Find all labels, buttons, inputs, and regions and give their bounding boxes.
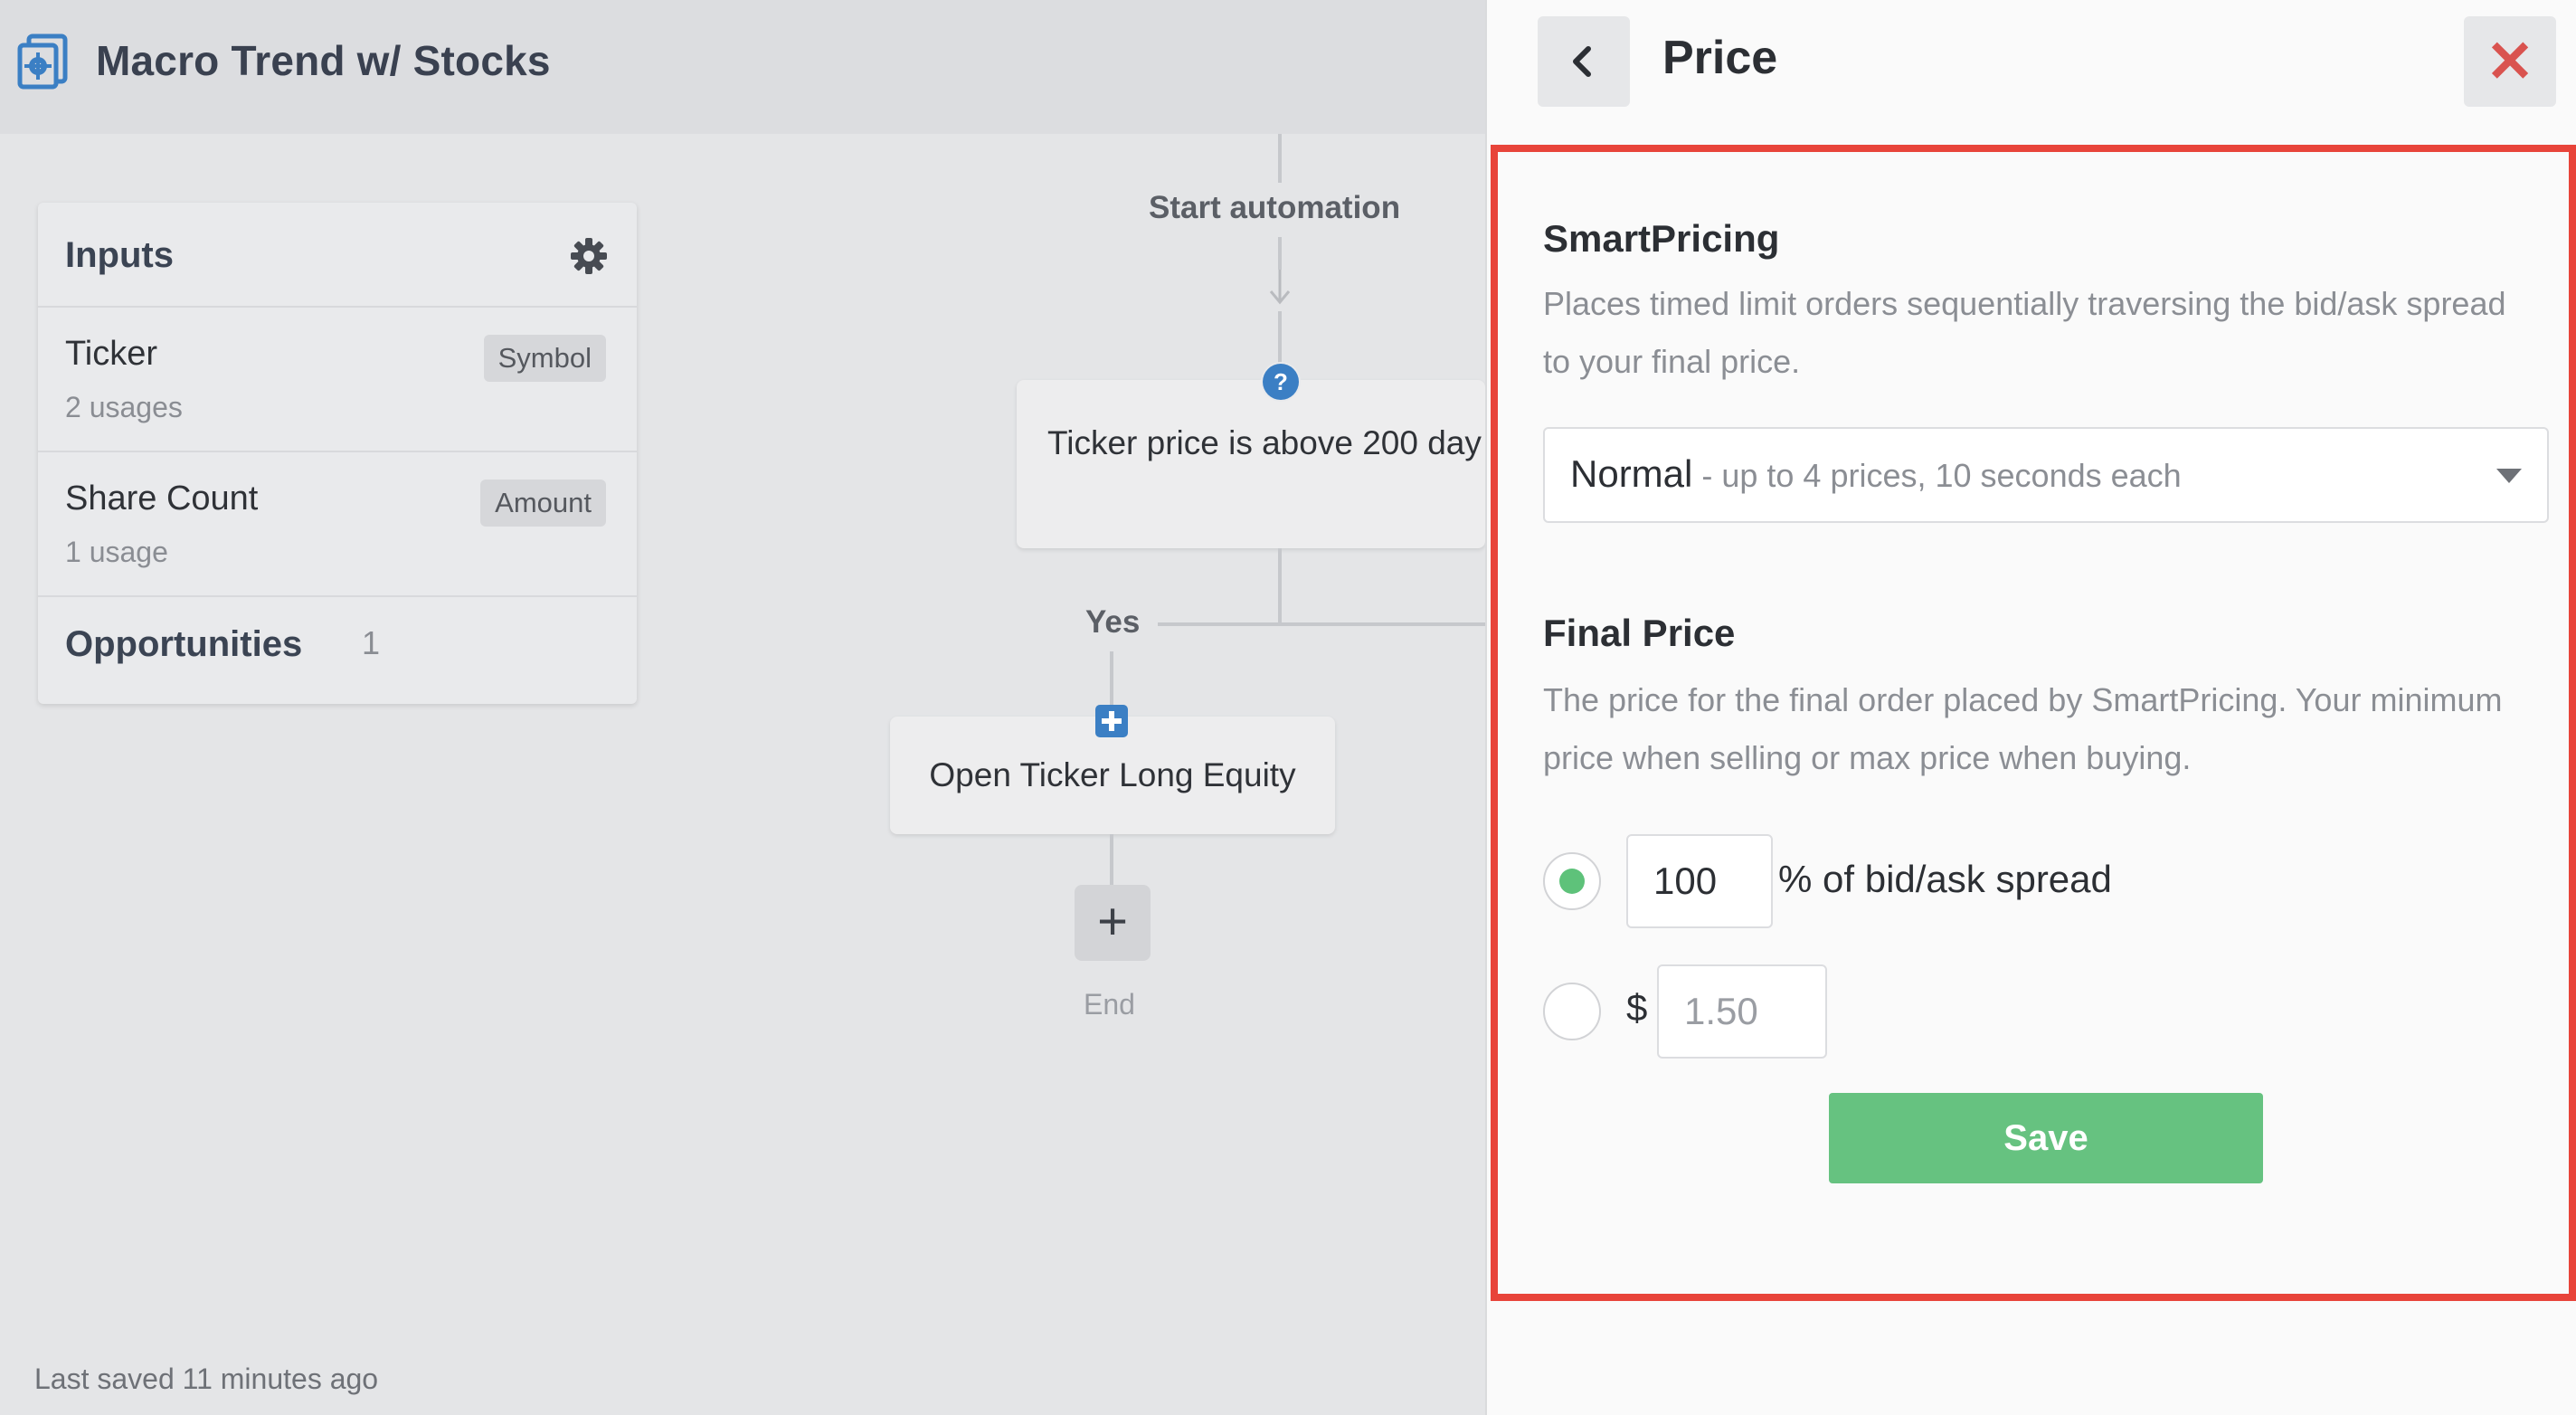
arrow-down-icon bbox=[1269, 270, 1291, 305]
condition-node[interactable]: Ticker price is above 200 day SMA bbox=[1017, 380, 1485, 548]
gear-icon[interactable] bbox=[570, 237, 608, 275]
action-text: Open Ticker Long Equity bbox=[929, 756, 1296, 793]
question-icon[interactable]: ? bbox=[1261, 362, 1301, 402]
connector-line bbox=[1278, 134, 1282, 183]
connector-line bbox=[1110, 834, 1113, 885]
connector-line bbox=[1158, 622, 1485, 626]
percent-input[interactable]: 100 bbox=[1626, 834, 1773, 928]
opportunities-count: 1 bbox=[362, 624, 381, 661]
yes-branch-label: Yes bbox=[1085, 604, 1141, 640]
inputs-panel: Inputs Ticker Symbol 2 usages Share Coun… bbox=[38, 203, 637, 704]
select-value-hint: - up to 4 prices, 10 seconds each bbox=[1692, 457, 2182, 494]
connector-line bbox=[1278, 548, 1282, 624]
condition-node-clip: Ticker price is above 200 day SMA bbox=[1017, 380, 1485, 548]
save-button[interactable]: Save bbox=[1829, 1093, 2263, 1183]
header-bar: Macro Trend w/ Stocks bbox=[0, 0, 1485, 134]
price-settings-panel: Price ✕ SmartPricing Places timed limit … bbox=[1485, 0, 2576, 1415]
panel-title: Price bbox=[1662, 32, 1778, 84]
smartpricing-description: Places timed limit orders sequentially t… bbox=[1543, 285, 2506, 380]
end-label: End bbox=[1084, 988, 1135, 1021]
chevron-left-icon bbox=[1573, 46, 1591, 77]
input-item-ticker[interactable]: Ticker Symbol 2 usages bbox=[38, 308, 637, 452]
smartpricing-select[interactable]: Normal - up to 4 prices, 10 seconds each bbox=[1543, 427, 2549, 523]
final-price-description: The price for the final order placed by … bbox=[1543, 681, 2503, 776]
back-button[interactable] bbox=[1538, 16, 1630, 107]
input-usage-count: 1 usage bbox=[65, 536, 168, 568]
select-value-label: Normal bbox=[1570, 452, 1693, 495]
plus-square-icon[interactable] bbox=[1094, 704, 1129, 738]
condition-text: Ticker price is above 200 day SMA bbox=[1047, 424, 1485, 461]
input-type-badge: Symbol bbox=[483, 335, 606, 382]
percent-suffix-label: % of bid/ask spread bbox=[1778, 858, 2112, 900]
automation-gear-icon bbox=[17, 33, 68, 90]
svg-text:?: ? bbox=[1274, 368, 1288, 395]
input-usage-count: 2 usages bbox=[65, 391, 183, 423]
last-saved-status: Last saved 11 minutes ago bbox=[34, 1363, 379, 1395]
dollar-input[interactable]: 1.50 bbox=[1657, 964, 1827, 1059]
input-name: Share Count bbox=[65, 480, 259, 518]
close-button[interactable]: ✕ bbox=[2464, 16, 2556, 107]
select-value: Normal - up to 4 prices, 10 seconds each bbox=[1570, 452, 2182, 496]
inputs-title: Inputs bbox=[65, 235, 174, 275]
opportunities-link[interactable]: Opportunities bbox=[65, 624, 302, 665]
highlight-box: SmartPricing Places timed limit orders s… bbox=[1491, 145, 2576, 1301]
radio-dollar-option[interactable] bbox=[1543, 983, 1601, 1040]
final-price-title: Final Price bbox=[1543, 612, 1736, 654]
connector-line bbox=[1278, 237, 1282, 270]
chevron-down-icon bbox=[2496, 469, 2522, 483]
input-type-badge: Amount bbox=[480, 480, 606, 527]
close-icon: ✕ bbox=[2486, 29, 2534, 94]
add-step-button[interactable]: + bbox=[1075, 885, 1151, 961]
add-step-label: + bbox=[1097, 892, 1128, 951]
app-title: Macro Trend w/ Stocks bbox=[96, 37, 551, 84]
start-automation-label: Start automation bbox=[1149, 190, 1401, 225]
connector-line bbox=[1110, 651, 1113, 706]
inputs-header: Inputs bbox=[38, 203, 637, 308]
input-name: Ticker bbox=[65, 335, 158, 373]
dollar-prefix-label: $ bbox=[1626, 986, 1648, 1029]
connector-line bbox=[1278, 311, 1282, 366]
input-item-share-count[interactable]: Share Count Amount 1 usage bbox=[38, 452, 637, 597]
smartpricing-title: SmartPricing bbox=[1543, 217, 1780, 260]
radio-percent-option[interactable] bbox=[1543, 852, 1601, 910]
